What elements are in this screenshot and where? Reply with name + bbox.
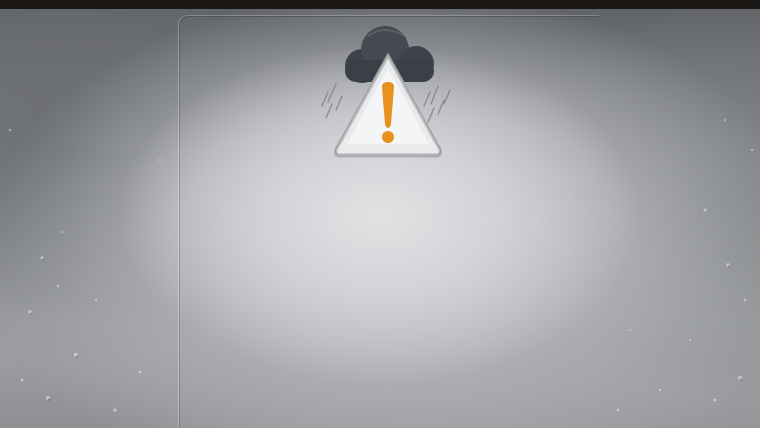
severe-weather-warning-icon: [321, 26, 451, 158]
weather-background: [0, 0, 760, 428]
